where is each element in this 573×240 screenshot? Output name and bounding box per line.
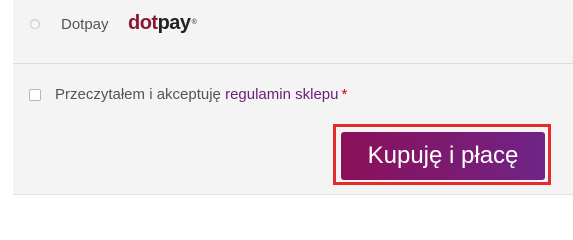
section-divider	[13, 63, 573, 64]
dotpay-logo-registered: ®	[191, 19, 197, 26]
terms-checkbox[interactable]	[29, 89, 41, 101]
dotpay-logo-pay: pay	[157, 12, 191, 34]
required-marker: *	[341, 86, 348, 103]
dotpay-logo-dot: dot	[128, 12, 158, 34]
terms-link[interactable]: regulamin sklepu	[225, 86, 338, 103]
payment-radio-dotpay[interactable]	[30, 19, 40, 29]
terms-label: Przeczytałem i akceptuję regulamin sklep…	[55, 86, 347, 104]
terms-text: Przeczytałem i akceptuję	[55, 86, 221, 103]
dotpay-logo: dotpay®	[128, 11, 197, 35]
buy-and-pay-button[interactable]: Kupuję i płacę	[341, 132, 545, 180]
payment-label: Dotpay	[61, 16, 109, 33]
